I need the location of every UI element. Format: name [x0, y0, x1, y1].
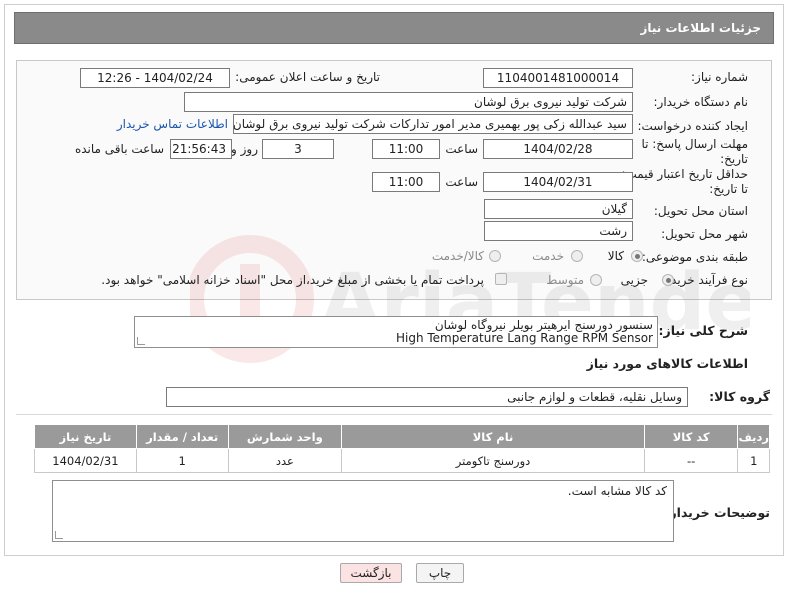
delivery-city-field: رشت	[484, 221, 633, 241]
description-textarea: سنسور دورسنج ایرهیتر بویلر نیروگاه لوشان…	[134, 316, 658, 348]
response-deadline-label-text: مهلت ارسال پاسخ: تا تاریخ:	[641, 137, 748, 166]
cell-row: 1	[737, 448, 770, 473]
category-radio-goods[interactable]	[631, 250, 643, 262]
section-divider	[16, 414, 772, 415]
process-option-medium: متوسط	[546, 273, 584, 287]
cell-name: دورسنج تاکومتر	[341, 448, 645, 473]
goods-section-title: اطلاعات کالاهای مورد نیاز	[586, 356, 748, 371]
goods-table: ردیف کد کالا نام کالا واحد شمارش تعداد /…	[34, 424, 770, 473]
col-row: ردیف	[737, 424, 770, 449]
buyer-org-field: شرکت تولید نیروی برق لوشان	[184, 92, 633, 112]
price-validity-label-text: حداقل تاریخ اعتبار قیمت: تا تاریخ:	[621, 167, 748, 196]
need-number-label: شماره نیاز:	[691, 70, 748, 84]
delivery-province-label: استان محل تحویل:	[653, 204, 748, 218]
purchase-process-label: نوع فرآیند خرید :	[663, 273, 748, 287]
treasury-payment-note: پرداخت تمام یا بخشی از مبلغ خرید،از محل …	[101, 273, 484, 287]
resize-handle-icon[interactable]	[137, 337, 145, 345]
category-option-both: کالا/خدمت	[431, 249, 484, 263]
description-line-en: High Temperature Lang Range RPM Sensor	[395, 331, 653, 345]
remaining-label: ساعت باقی مانده	[74, 142, 164, 156]
description-label: شرح کلی نیاز:	[658, 323, 748, 338]
goods-group-label: گروه کالا:	[709, 389, 770, 404]
col-name: نام کالا	[341, 424, 645, 449]
category-option-goods: کالا	[607, 249, 624, 263]
print-button[interactable]: چاپ	[416, 563, 464, 583]
buyer-org-label: نام دستگاه خریدار:	[653, 95, 749, 109]
goods-table-header: ردیف کد کالا نام کالا واحد شمارش تعداد /…	[34, 424, 770, 449]
treasury-payment-checkbox[interactable]	[495, 273, 507, 285]
cell-unit: عدد	[227, 448, 343, 473]
days-field: 3	[262, 139, 334, 159]
process-radio-minor[interactable]	[662, 274, 674, 286]
remaining-time-field: 21:56:43	[170, 139, 232, 159]
creator-field: سید عبدالله زکی پور بهمیری مدیر امور تدا…	[233, 114, 633, 134]
response-time-field: 11:00	[372, 139, 440, 159]
process-radio-medium[interactable]	[590, 274, 602, 286]
days-label: روز و	[231, 142, 258, 156]
creator-label: ایجاد کننده درخواست:	[637, 119, 748, 133]
goods-group-field: وسایل نقلیه، قطعات و لوازم جانبی	[166, 387, 688, 407]
buyer-contact-link[interactable]: اطلاعات تماس خریدار	[117, 117, 228, 131]
price-validity-time-field: 11:00	[372, 172, 440, 192]
back-button[interactable]: بازگشت	[340, 563, 402, 583]
announce-datetime-label: تاریخ و ساعت اعلان عمومی:	[235, 70, 380, 84]
cell-date: 1404/02/31	[34, 448, 137, 473]
category-label: طبقه بندی موضوعی:	[641, 250, 748, 264]
cell-code: --	[643, 448, 739, 473]
page-header: جزئیات اطلاعات نیاز	[14, 12, 774, 44]
price-validity-time-label: ساعت	[445, 175, 478, 189]
process-option-minor: جزیی	[620, 273, 648, 287]
resize-handle-icon[interactable]	[55, 531, 63, 539]
buyer-notes-textarea: کد کالا مشابه است.	[52, 480, 674, 542]
response-date-field: 1404/02/28	[483, 139, 633, 159]
category-option-service: خدمت	[532, 249, 564, 263]
page-title: جزئیات اطلاعات نیاز	[640, 21, 761, 35]
buyer-notes-text: کد کالا مشابه است.	[567, 484, 667, 498]
delivery-province-field: گیلان	[484, 199, 633, 219]
col-qty: تعداد / مقدار	[135, 424, 229, 449]
response-deadline-label: مهلت ارسال پاسخ: تا تاریخ:	[638, 137, 748, 167]
col-date: تاریخ نیاز	[34, 424, 137, 449]
category-radio-service[interactable]	[571, 250, 583, 262]
need-number-field: 1104001481000014	[483, 68, 633, 88]
cell-qty: 1	[135, 448, 229, 473]
col-code: کد کالا	[643, 424, 739, 449]
delivery-city-label: شهر محل تحویل:	[661, 227, 748, 241]
price-validity-label: حداقل تاریخ اعتبار قیمت: تا تاریخ:	[618, 167, 748, 197]
price-validity-date-field: 1404/02/31	[483, 172, 633, 192]
table-row: 1 -- دورسنج تاکومتر عدد 1 1404/02/31	[34, 448, 770, 473]
col-unit: واحد شمارش	[227, 424, 343, 449]
category-radio-both[interactable]	[489, 250, 501, 262]
announce-datetime-field: 1404/02/24 - 12:26	[80, 68, 230, 88]
buyer-notes-label: توضیحات خریدار:	[664, 505, 770, 520]
response-time-label: ساعت	[445, 142, 478, 156]
